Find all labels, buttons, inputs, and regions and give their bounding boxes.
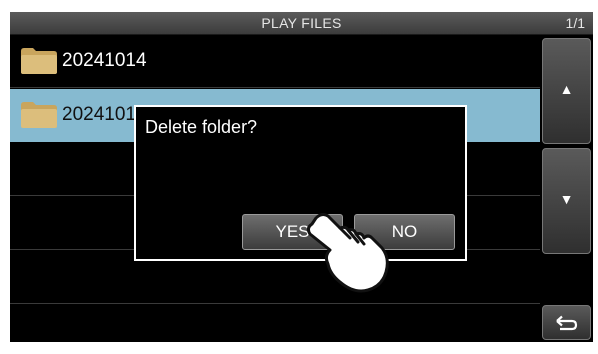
- delete-confirm-dialog: Delete folder? YES NO: [134, 105, 467, 261]
- up-arrow-icon: ▲: [559, 81, 574, 97]
- scroll-up-button[interactable]: ▲: [542, 38, 591, 144]
- folder-row-1[interactable]: 20241014: [10, 35, 540, 88]
- pointing-hand-icon: [306, 212, 389, 293]
- screen-title: PLAY FILES: [261, 15, 342, 31]
- folder-icon: [21, 102, 57, 128]
- return-arrow-icon: [556, 315, 578, 331]
- dialog-message: Delete folder?: [145, 117, 258, 137]
- folder-name: 2024101: [62, 104, 136, 125]
- back-button[interactable]: [542, 305, 591, 340]
- folder-name: 20241014: [62, 50, 147, 71]
- page-indicator: 1/1: [565, 15, 585, 31]
- title-bar: PLAY FILES 1/1: [10, 12, 593, 35]
- folder-icon: [21, 48, 57, 74]
- down-arrow-icon: ▼: [559, 191, 574, 207]
- scroll-down-button[interactable]: ▼: [542, 148, 591, 254]
